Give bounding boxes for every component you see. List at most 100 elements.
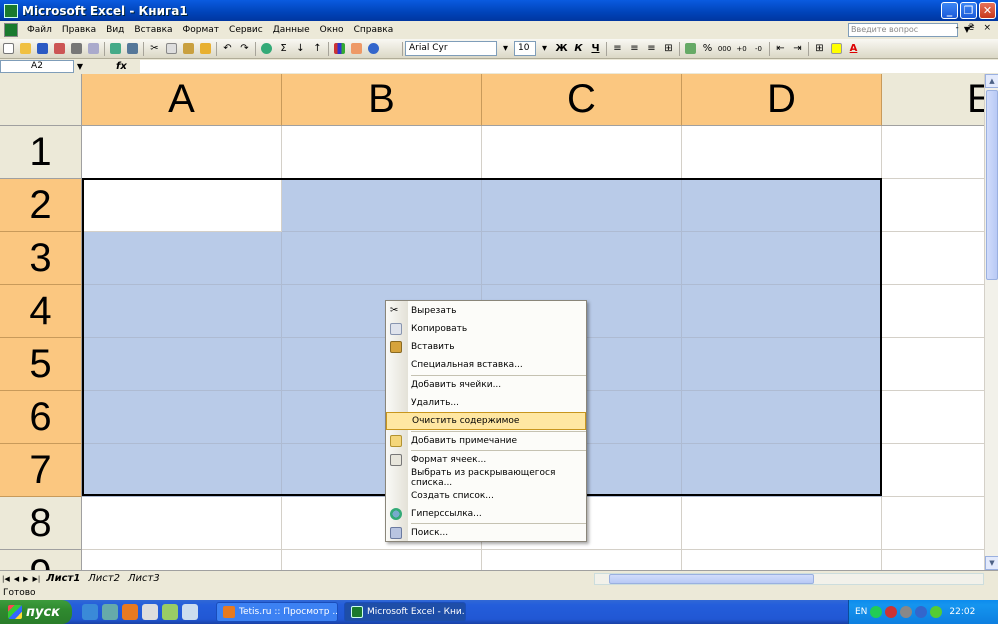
menu-format[interactable]: Формат: [178, 25, 225, 35]
cell-c1[interactable]: [482, 126, 682, 179]
cell-a6[interactable]: [82, 391, 282, 444]
help-icon[interactable]: [366, 42, 381, 56]
next-sheet-icon[interactable]: ▶: [23, 575, 28, 583]
cell-d9[interactable]: [682, 550, 882, 570]
cell-e4[interactable]: [882, 285, 984, 338]
bold-button[interactable]: Ж: [554, 42, 569, 56]
percent-button[interactable]: %: [700, 42, 715, 56]
cell-d2[interactable]: [682, 179, 882, 232]
menu-item-paste-special[interactable]: Специальная вставка...: [386, 356, 586, 374]
menu-file[interactable]: Файл: [22, 25, 57, 35]
row-header-1[interactable]: 1: [0, 126, 82, 179]
minimize-button[interactable]: _: [941, 2, 958, 19]
open-icon[interactable]: [18, 42, 33, 56]
vertical-scrollbar[interactable]: ▲ ▼: [984, 74, 998, 570]
cell-b2[interactable]: [282, 179, 482, 232]
menu-item-clear-contents[interactable]: Очистить содержимое: [386, 412, 586, 430]
cell-e3[interactable]: [882, 232, 984, 285]
prev-sheet-icon[interactable]: ◀: [14, 575, 19, 583]
cell-d3[interactable]: [682, 232, 882, 285]
print-icon[interactable]: [69, 42, 84, 56]
italic-button[interactable]: К: [571, 42, 586, 56]
app-icon[interactable]: [142, 604, 158, 620]
align-left-icon[interactable]: ≡: [610, 42, 625, 56]
cut-icon[interactable]: ✂: [147, 42, 162, 56]
column-header-d[interactable]: D: [682, 74, 882, 126]
cell-b9[interactable]: [282, 550, 482, 570]
first-sheet-icon[interactable]: |◀: [2, 575, 10, 583]
cell-d4[interactable]: [682, 285, 882, 338]
language-indicator[interactable]: EN: [855, 607, 867, 617]
menu-item-add-comment[interactable]: Добавить примечание: [386, 432, 586, 450]
cell-c9[interactable]: [482, 550, 682, 570]
name-box[interactable]: A2: [0, 60, 74, 73]
vertical-scroll-thumb[interactable]: [986, 90, 998, 280]
menu-view[interactable]: Вид: [101, 25, 129, 35]
cell-a1[interactable]: [82, 126, 282, 179]
cell-a5[interactable]: [82, 338, 282, 391]
menu-data[interactable]: Данные: [268, 25, 315, 35]
row-header-4[interactable]: 4: [0, 285, 82, 338]
menu-item-hyperlink[interactable]: Гиперссылка...: [386, 505, 586, 523]
menu-item-format-cells[interactable]: Формат ячеек...: [386, 451, 586, 469]
save-icon[interactable]: [35, 42, 50, 56]
print-preview-icon[interactable]: [86, 42, 101, 56]
font-name-dropdown-icon[interactable]: ▾: [498, 42, 513, 56]
select-all-corner[interactable]: [0, 74, 82, 126]
cell-d1[interactable]: [682, 126, 882, 179]
horizontal-scrollbar[interactable]: [594, 573, 984, 585]
menu-item-create-list[interactable]: Создать список...: [386, 487, 586, 505]
menu-tools[interactable]: Сервис: [224, 25, 268, 35]
messenger-icon[interactable]: [162, 604, 178, 620]
cell-e6[interactable]: [882, 391, 984, 444]
align-right-icon[interactable]: ≡: [644, 42, 659, 56]
column-header-b[interactable]: B: [282, 74, 482, 126]
document-window-controls[interactable]: - ₴ ×: [956, 23, 994, 33]
cell-e2[interactable]: [882, 179, 984, 232]
copy-icon[interactable]: [164, 42, 179, 56]
row-header-8[interactable]: 8: [0, 497, 82, 550]
cell-b3[interactable]: [282, 232, 482, 285]
last-sheet-icon[interactable]: ▶|: [33, 575, 41, 583]
row-header-3[interactable]: 3: [0, 232, 82, 285]
ie-icon[interactable]: [82, 604, 98, 620]
redo-icon[interactable]: ↷: [237, 42, 252, 56]
scroll-up-icon[interactable]: ▲: [985, 74, 998, 88]
menu-help[interactable]: Справка: [349, 25, 399, 35]
sort-descending-icon[interactable]: ↑: [310, 42, 325, 56]
sort-ascending-icon[interactable]: ↓: [293, 42, 308, 56]
sheet-tab-1[interactable]: Лист1: [42, 573, 84, 584]
cell-c2[interactable]: [482, 179, 682, 232]
sheet-tab-2[interactable]: Лист2: [84, 573, 124, 584]
bluetooth-icon[interactable]: [915, 606, 928, 618]
hyperlink-icon[interactable]: [259, 42, 274, 56]
menu-item-pick-from-list[interactable]: Выбрать из раскрывающегося списка...: [386, 468, 586, 488]
cell-a7[interactable]: [82, 444, 282, 497]
cell-e7[interactable]: [882, 444, 984, 497]
insert-function-icon[interactable]: fx: [116, 61, 127, 72]
undo-icon[interactable]: ↶: [220, 42, 235, 56]
cell-d6[interactable]: [682, 391, 882, 444]
drawing-icon[interactable]: [349, 42, 364, 56]
volume-icon[interactable]: [900, 606, 913, 618]
cell-d7[interactable]: [682, 444, 882, 497]
column-header-e[interactable]: E: [882, 74, 984, 126]
column-header-a[interactable]: A: [82, 74, 282, 126]
connection-icon[interactable]: [930, 606, 943, 618]
cell-a8[interactable]: [82, 497, 282, 550]
cell-e5[interactable]: [882, 338, 984, 391]
row-header-6[interactable]: 6: [0, 391, 82, 444]
excel-app-icon[interactable]: [4, 3, 18, 18]
autosum-icon[interactable]: Σ: [276, 42, 291, 56]
antivirus-icon[interactable]: [885, 606, 898, 618]
font-name-select[interactable]: Arial Cyr: [405, 41, 497, 56]
thousands-button[interactable]: 000: [717, 42, 732, 56]
cell-d8[interactable]: [682, 497, 882, 550]
cell-d5[interactable]: [682, 338, 882, 391]
menu-item-lookup[interactable]: Поиск...: [386, 524, 586, 542]
underline-button[interactable]: Ч: [588, 42, 603, 56]
workbook-icon[interactable]: [4, 23, 18, 37]
row-header-2[interactable]: 2: [0, 179, 82, 232]
question-input[interactable]: Введите вопрос: [848, 23, 958, 37]
menu-item-cut[interactable]: ✂ Вырезать: [386, 302, 586, 320]
